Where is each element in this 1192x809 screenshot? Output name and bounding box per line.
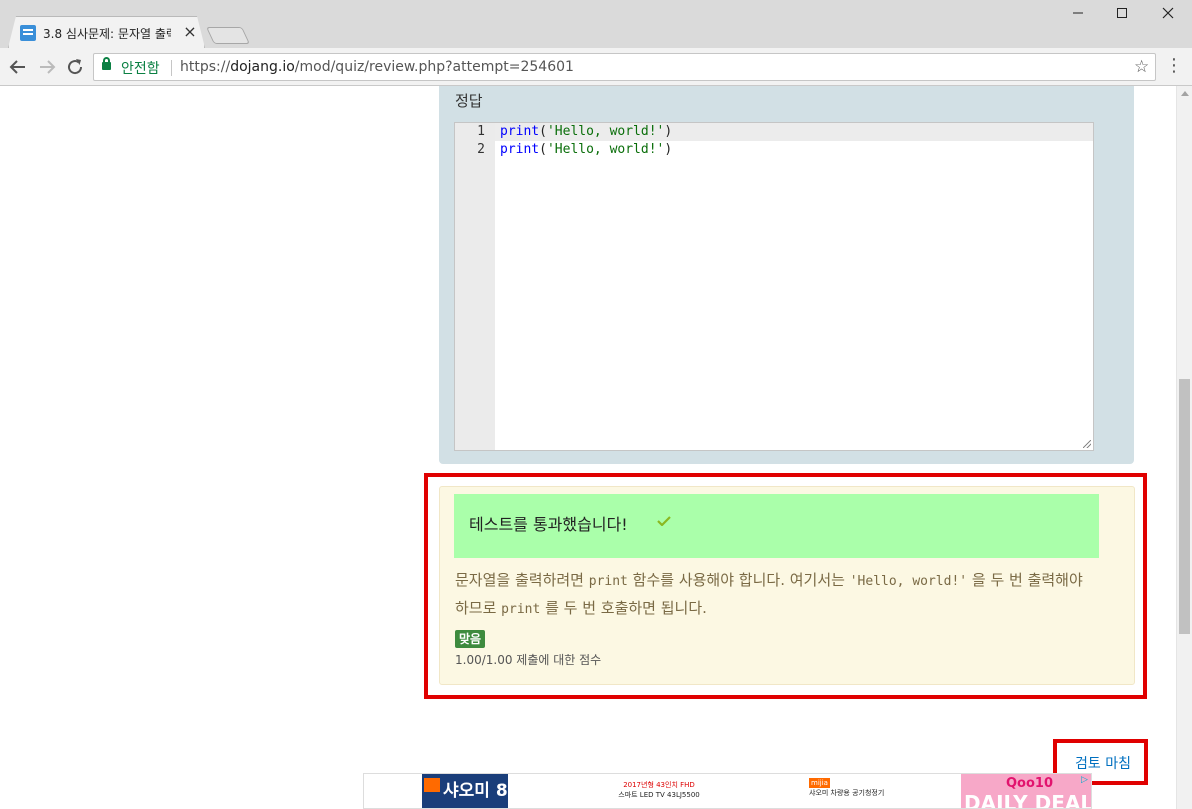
mi-logo-icon — [424, 778, 440, 792]
code-line: print('Hello, world!') — [500, 141, 672, 159]
resize-grip-icon[interactable] — [1083, 440, 1091, 448]
new-tab-button[interactable] — [206, 27, 250, 44]
browser-toolbar: 안전함 https://dojang.io/mod/quiz/review.ph… — [0, 48, 1192, 86]
ad-xiaomi[interactable]: 샤오미 8 — [422, 774, 508, 808]
browser-titlebar: 3.8 심사문제: 문자열 출력 × — [0, 0, 1192, 48]
back-button[interactable] — [6, 55, 30, 79]
scroll-up-arrow-icon[interactable] — [1181, 91, 1189, 96]
ad-text: 샤오미 8 — [443, 781, 508, 801]
feedback-highlight-frame — [424, 473, 1147, 699]
minimize-button[interactable] — [1064, 4, 1092, 26]
reload-icon — [68, 59, 83, 75]
address-bar[interactable]: 안전함 https://dojang.io/mod/quiz/review.ph… — [93, 53, 1156, 81]
forward-arrow-icon — [40, 60, 56, 74]
url-text[interactable]: https://dojang.io/mod/quiz/review.php?at… — [180, 59, 574, 75]
code-paren: ( — [539, 142, 547, 157]
ad-qoo10[interactable]: Qoo10 DAILY DEAL — [961, 774, 1092, 809]
ad-text: 스마트 LED TV 43LJ5500 — [618, 791, 700, 799]
code-line: print('Hello, world!') — [500, 123, 672, 141]
back-arrow-icon — [9, 60, 25, 74]
answer-heading: 정답 — [455, 92, 483, 110]
page-content: 정답 1 print('Hello, world!') 2 print('Hel… — [0, 86, 1176, 809]
close-icon — [1162, 7, 1174, 19]
url-scheme: https:// — [180, 59, 231, 75]
ad-text: 샤오미 차량용 공기청정기 — [809, 789, 885, 797]
ad-air-purifier[interactable]: mijia 샤오미 차량용 공기청정기 — [809, 774, 909, 808]
line-number: 1 — [477, 124, 485, 139]
maximize-button[interactable] — [1108, 4, 1136, 26]
maximize-icon — [1117, 8, 1127, 18]
secure-label: 안전함 — [121, 61, 160, 77]
code-paren: ) — [664, 142, 673, 157]
url-host: dojang.io — [230, 59, 295, 75]
code-editor[interactable]: 1 print('Hello, world!') 2 print('Hello,… — [454, 122, 1094, 451]
site-favicon-icon — [20, 25, 36, 41]
line-number: 2 — [477, 142, 485, 157]
reload-button[interactable] — [63, 55, 87, 79]
vertical-scrollbar[interactable] — [1176, 86, 1192, 809]
tab-title[interactable]: 3.8 심사문제: 문자열 출력 — [43, 25, 171, 41]
close-window-button[interactable] — [1154, 4, 1182, 26]
bookmark-star-icon[interactable]: ☆ — [1134, 57, 1149, 77]
line-number-gutter — [455, 123, 495, 450]
code-string: 'Hello, world!' — [546, 124, 665, 139]
browser-menu-icon[interactable]: ⋮ — [1164, 54, 1184, 78]
ad-choices-icon[interactable]: ▷ — [1081, 775, 1091, 785]
forward-button[interactable] — [35, 55, 59, 79]
tab-close-icon[interactable]: × — [181, 23, 199, 41]
ad-tv[interactable]: 2017년형 43인치 FHD 스마트 LED TV 43LJ5500 — [584, 774, 734, 808]
code-string: 'Hello, world!' — [546, 142, 665, 157]
ad-tag: mijia — [809, 778, 830, 788]
ad-text: DAILY DEAL — [964, 791, 1092, 809]
minimize-icon — [1073, 12, 1083, 14]
ad-text: 2017년형 43인치 FHD — [623, 781, 695, 789]
code-paren: ( — [539, 124, 547, 139]
url-path: /mod/quiz/review.php?attempt=254601 — [294, 59, 574, 75]
correct-answer-panel: 정답 1 print('Hello, world!') 2 print('Hel… — [439, 86, 1134, 464]
qoo10-logo: Qoo10 — [1006, 776, 1054, 791]
code-function: print — [500, 124, 540, 139]
ad-banner[interactable]: 샤오미 8 2017년형 43인치 FHD 스마트 LED TV 43LJ550… — [363, 773, 1092, 809]
scroll-thumb[interactable] — [1179, 379, 1190, 634]
lock-icon — [102, 57, 111, 70]
code-paren: ) — [664, 124, 673, 139]
code-function: print — [500, 142, 540, 157]
address-separator — [171, 60, 172, 76]
